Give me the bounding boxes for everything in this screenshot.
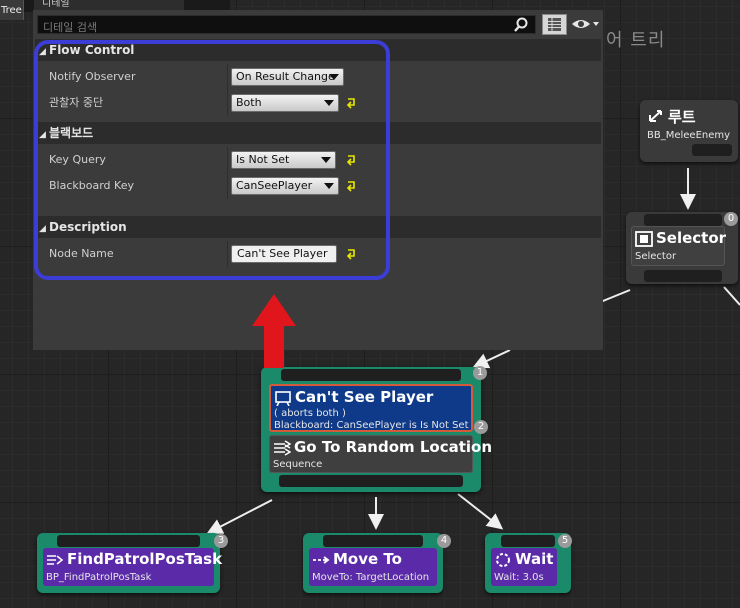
property-name: Blackboard Key xyxy=(49,179,134,192)
property-name: Notify Observer xyxy=(49,70,136,83)
output-pin[interactable] xyxy=(644,270,722,282)
chevron-down-icon xyxy=(321,157,331,163)
output-pin[interactable] xyxy=(692,144,732,156)
notify-observer-dropdown[interactable]: On Result Change xyxy=(231,68,344,86)
collapse-arrow-icon: ◢ xyxy=(39,224,46,234)
task-body: Move To MoveTo: TargetLocation xyxy=(309,548,437,586)
reset-to-default-icon[interactable] xyxy=(345,95,357,109)
sequence-subtitle: Sequence xyxy=(273,459,323,470)
dropdown-value: CanSeePlayer xyxy=(236,179,313,192)
input-pin[interactable] xyxy=(57,535,200,547)
search-input[interactable] xyxy=(38,19,508,36)
collapse-arrow-icon: ◢ xyxy=(39,47,46,57)
task-subtitle: BP_FindPatrolPosTask xyxy=(46,572,152,583)
graph-title: 어 트리 xyxy=(606,30,666,51)
grid-view-icon xyxy=(548,18,561,31)
details-panel: ◢Flow Control Notify Observer On Result … xyxy=(33,10,603,350)
reset-to-default-icon[interactable] xyxy=(345,178,357,192)
blackboard-icon xyxy=(275,391,291,406)
decorator-title: Can't See Player xyxy=(295,388,434,406)
red-arrow-icon xyxy=(252,294,296,368)
root-node-body: 루트 BB_MeleeEnemy xyxy=(644,104,734,144)
details-toolbar xyxy=(35,12,601,36)
task-body: Wait Wait: 3.0s xyxy=(491,548,557,586)
property-row-observer-aborts: 관찰자 중단 Both xyxy=(35,90,601,116)
category-label: Description xyxy=(49,220,127,234)
selector-title: Selector xyxy=(656,229,727,247)
sequence-icon xyxy=(274,440,291,456)
task-icon xyxy=(47,555,64,565)
chevron-down-icon xyxy=(324,183,334,189)
task-subtitle: Wait: 3.0s xyxy=(494,572,544,583)
root-node[interactable]: 루트 BB_MeleeEnemy xyxy=(640,100,738,162)
sequence-body: Go To Random Location Sequence xyxy=(269,435,492,473)
category-flow-control[interactable]: ◢ Flow Control xyxy=(35,39,601,61)
reset-to-default-icon[interactable] xyxy=(345,246,357,260)
dropdown-value: Both xyxy=(236,96,262,109)
observer-aborts-dropdown[interactable]: Both xyxy=(231,94,339,112)
root-icon xyxy=(649,110,662,122)
property-name: Key Query xyxy=(49,153,106,166)
selector-subtitle: Selector xyxy=(635,251,677,262)
sequence-node[interactable]: 1 Can't See Player ( aborts both ) Black… xyxy=(261,366,492,492)
search-box[interactable] xyxy=(37,15,536,36)
dropdown-value: On Result Change xyxy=(236,70,335,83)
collapse-arrow-icon: ◢ xyxy=(39,130,46,140)
property-row-node-name: Node Name Can't See Player xyxy=(35,241,601,267)
input-pin[interactable] xyxy=(501,535,555,547)
decorator-index-badge: 2 xyxy=(474,420,488,434)
reset-to-default-icon[interactable] xyxy=(345,152,357,166)
chevron-down-icon xyxy=(329,74,339,80)
selector-icon xyxy=(635,231,653,247)
task-title: Move To xyxy=(333,550,402,568)
task-title: FindPatrolPosTask xyxy=(67,550,223,568)
sequence-title: Go To Random Location xyxy=(294,438,493,456)
output-pin[interactable] xyxy=(279,475,463,487)
execution-index-badge: 4 xyxy=(437,534,451,548)
input-pin[interactable] xyxy=(323,535,423,547)
execution-index-badge: 1 xyxy=(473,366,487,380)
category-label: 블랙보드 xyxy=(49,126,94,140)
input-pin[interactable] xyxy=(644,214,722,226)
task-node-wait[interactable]: 5 Wait Wait: 3.0s xyxy=(485,533,572,593)
category-label: Flow Control xyxy=(49,43,135,57)
decorator-cant-see-player[interactable]: Can't See Player ( aborts both ) Blackbo… xyxy=(269,384,473,432)
task-node-find-patrol-pos[interactable]: 3 FindPatrolPosTask BP_FindPatrolPosTask xyxy=(37,533,228,593)
decorator-abort-mode: ( aborts both ) xyxy=(274,408,346,419)
view-options-button[interactable] xyxy=(570,16,602,33)
root-node-title: 루트 xyxy=(668,108,696,126)
chevron-down-icon xyxy=(324,100,334,106)
root-node-subtitle: BB_MeleeEnemy xyxy=(647,130,731,141)
dropdown-value: Is Not Set xyxy=(236,153,290,166)
node-name-field[interactable]: Can't See Player xyxy=(231,245,337,263)
eye-icon xyxy=(572,20,599,28)
search-icon[interactable] xyxy=(513,17,529,33)
property-row-blackboard-key: Blackboard Key CanSeePlayer xyxy=(35,173,601,199)
wait-icon xyxy=(496,553,510,567)
category-blackboard[interactable]: ◢ 블랙보드 xyxy=(35,122,601,144)
task-node-move-to[interactable]: 4 Move To MoveTo: TargetLocation xyxy=(303,533,451,593)
selector-body: Selector Selector xyxy=(631,226,727,266)
property-name: Node Name xyxy=(49,247,114,260)
property-name: 관찰자 중단 xyxy=(49,96,104,109)
task-subtitle: MoveTo: TargetLocation xyxy=(312,572,430,583)
execution-index-badge: 5 xyxy=(558,534,572,548)
key-query-dropdown[interactable]: Is Not Set xyxy=(231,151,336,169)
grid-view-button[interactable] xyxy=(542,14,567,35)
tab-behavior-tree[interactable]: Tree xyxy=(0,0,24,20)
decorator-description: Blackboard: CanSeePlayer is Is Not Set xyxy=(274,420,469,431)
category-description[interactable]: ◢ Description xyxy=(35,216,601,238)
property-row-key-query: Key Query Is Not Set xyxy=(35,147,601,173)
move-to-icon xyxy=(313,556,330,564)
blackboard-key-dropdown[interactable]: CanSeePlayer xyxy=(231,177,339,195)
execution-index-badge: 0 xyxy=(724,212,738,226)
execution-index-badge: 3 xyxy=(214,534,228,548)
property-row-notify-observer: Notify Observer On Result Change xyxy=(35,64,601,90)
task-body: FindPatrolPosTask BP_FindPatrolPosTask xyxy=(43,548,222,586)
selector-node[interactable]: 0 Selector Selector xyxy=(626,212,738,284)
task-title: Wait xyxy=(515,550,554,568)
input-pin[interactable] xyxy=(281,369,461,381)
